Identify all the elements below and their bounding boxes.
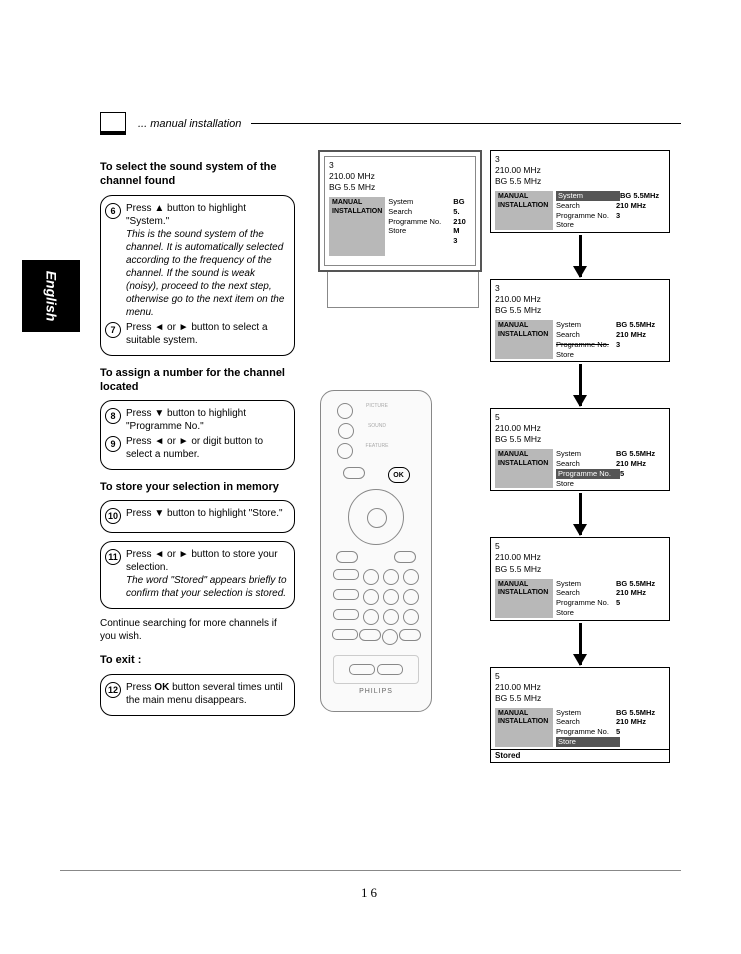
step-11-text: Press ◄ or ► button to store your select… <box>126 548 288 600</box>
step-12-text: Press OK button several times until the … <box>126 681 288 707</box>
page-number: 16 <box>0 885 741 901</box>
remote-ok-button: OK <box>388 467 410 483</box>
remote-control-illustration: PICTURE SOUND FEATURE OK PHILIPS <box>320 390 432 712</box>
osd-highlight-store: Store <box>556 737 620 747</box>
osd-freq: 210.00 MHz <box>329 171 471 182</box>
language-tab: English <box>22 260 80 332</box>
remote-panel <box>333 655 419 684</box>
osd-sequence-column: 3 210.00 MHz BG 5.5 MHz MANUALINSTALLATI… <box>490 150 670 763</box>
remote-label-feature: FEATURE <box>366 443 389 459</box>
step-number-9: 9 <box>105 436 121 452</box>
step-box-11: 11 Press ◄ or ► button to store your sel… <box>100 541 295 609</box>
remote-digit-9 <box>403 609 419 625</box>
tv-icon <box>100 112 126 135</box>
tv-stand <box>327 272 479 308</box>
header-rule <box>251 123 681 124</box>
remote-digit-2 <box>383 569 399 585</box>
section-head-assign-number: To assign a number for the channel locat… <box>100 366 295 395</box>
remote-digit-0 <box>382 629 398 645</box>
step-number-6: 6 <box>105 203 121 219</box>
header-title: ... manual installation <box>138 118 241 130</box>
remote-btn <box>333 609 359 620</box>
osd-screen-programme-selected: 5 210.00 MHz BG 5.5 MHz MANUALINSTALLATI… <box>490 537 670 620</box>
remote-digit-1 <box>363 569 379 585</box>
remote-btn <box>333 569 359 580</box>
step-9-text: Press ◄ or ► or digit button to select a… <box>126 435 288 461</box>
tv-frame: 3 210.00 MHz BG 5.5 MHz MANUALINSTALLATI… <box>318 150 482 272</box>
step-number-10: 10 <box>105 508 121 524</box>
tv-illustration: 3 210.00 MHz BG 5.5 MHz MANUALINSTALLATI… <box>318 150 488 315</box>
remote-btn <box>399 629 421 641</box>
arrow-down-icon <box>579 623 582 665</box>
remote-digit-3 <box>403 569 419 585</box>
language-label: English <box>43 271 59 322</box>
step-6-text: Press ▲ button to highlight "System." Th… <box>126 202 288 319</box>
osd-screen-tv: 3 210.00 MHz BG 5.5 MHz MANUALINSTALLATI… <box>325 157 475 265</box>
remote-btn <box>359 629 381 641</box>
footer-rule <box>60 870 681 871</box>
remote-dpad <box>348 489 404 545</box>
remote-brand: PHILIPS <box>321 688 431 695</box>
section-head-exit: To exit : <box>100 653 295 667</box>
tv-frame-inner: 3 210.00 MHz BG 5.5 MHz MANUALINSTALLATI… <box>324 156 476 266</box>
step-box-6-7: 6 Press ▲ button to highlight "System." … <box>100 195 295 356</box>
remote-btn <box>337 403 353 419</box>
remote-digit-8 <box>383 609 399 625</box>
arrow-down-icon <box>579 235 582 277</box>
remote-btn <box>336 551 358 563</box>
section-head-store: To store your selection in memory <box>100 480 295 494</box>
remote-btn <box>333 589 359 600</box>
instructions-column: To select the sound system of the channe… <box>100 150 295 724</box>
step-box-10: 10 Press ▼ button to highlight "Store." <box>100 500 295 533</box>
remote-btn <box>349 664 375 675</box>
osd-screen-store-highlight: 5 210.00 MHz BG 5.5 MHz MANUALINSTALLATI… <box>490 667 670 763</box>
page-header: ... manual installation <box>100 112 681 135</box>
manual-page: ... manual installation English To selec… <box>0 0 741 954</box>
osd-stored-footer: Stored <box>491 749 669 762</box>
remote-btn <box>394 551 416 563</box>
step-number-12: 12 <box>105 682 121 698</box>
step-number-8: 8 <box>105 408 121 424</box>
remote-digit-4 <box>363 589 379 605</box>
section-head-sound-system: To select the sound system of the channe… <box>100 160 295 189</box>
remote-label-picture: PICTURE <box>366 403 388 419</box>
arrow-down-icon <box>579 364 582 406</box>
osd-screen-system-highlight: 3 210.00 MHz BG 5.5 MHz MANUALINSTALLATI… <box>490 150 670 233</box>
step-number-7: 7 <box>105 322 121 338</box>
step-8-text: Press ▼ button to highlight "Programme N… <box>126 407 288 433</box>
step-7-text: Press ◄ or ► button to select a suitable… <box>126 321 288 347</box>
remote-btn <box>338 423 354 439</box>
remote-digit-7 <box>363 609 379 625</box>
step-box-12: 12 Press OK button several times until t… <box>100 674 295 716</box>
osd-screen-system-selected: 3 210.00 MHz BG 5.5 MHz MANUALINSTALLATI… <box>490 279 670 362</box>
arrow-down-icon <box>579 493 582 535</box>
remote-btn <box>377 664 403 675</box>
osd-sound: BG 5.5 MHz <box>329 182 471 193</box>
step-10-text: Press ▼ button to highlight "Store." <box>126 507 283 520</box>
remote-label-sound: SOUND <box>368 423 386 439</box>
osd-menu: MANUALINSTALLATION System Search Program… <box>329 197 471 256</box>
osd-highlight-programme: Programme No. <box>556 469 620 479</box>
osd-screen-programme-highlight: 5 210.00 MHz BG 5.5 MHz MANUALINSTALLATI… <box>490 408 670 491</box>
step-box-8-9: 8 Press ▼ button to highlight "Programme… <box>100 400 295 470</box>
remote-btn <box>337 443 353 459</box>
continue-text: Continue searching for more channels if … <box>100 617 295 643</box>
remote-digit-5 <box>383 589 399 605</box>
remote-btn <box>332 629 358 640</box>
step-number-11: 11 <box>105 549 121 565</box>
osd-highlight-system: System <box>556 191 620 201</box>
osd-channel: 3 <box>329 160 471 171</box>
remote-digit-6 <box>403 589 419 605</box>
remote-btn <box>343 467 365 479</box>
